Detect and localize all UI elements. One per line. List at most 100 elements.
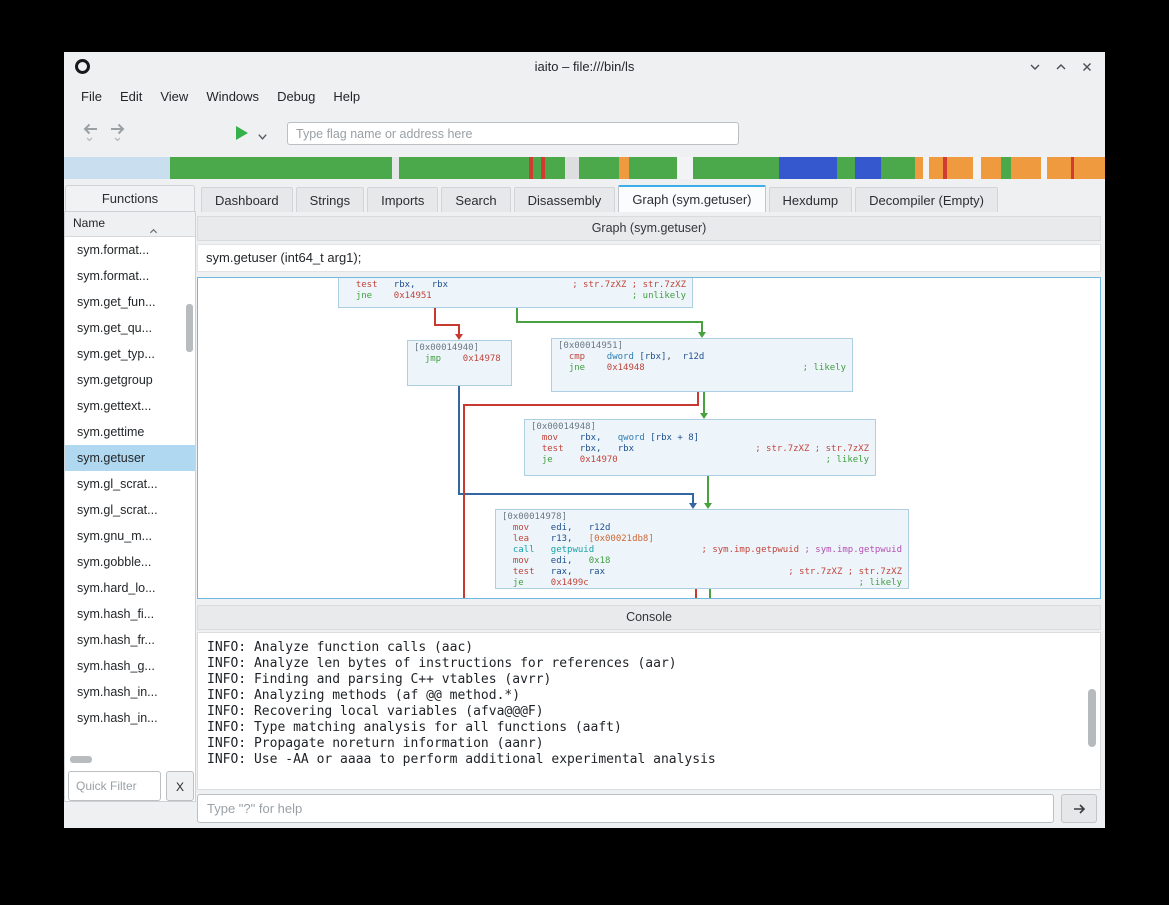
quick-filter-input[interactable] xyxy=(68,771,161,801)
graph-dock-title[interactable]: Graph (sym.getuser) xyxy=(197,216,1101,241)
graph-edge xyxy=(463,404,465,599)
function-list-item[interactable]: sym.gl_scrat... xyxy=(65,497,195,523)
functions-scrollbar[interactable] xyxy=(186,304,193,352)
menu-help[interactable]: Help xyxy=(324,89,369,104)
function-list-item[interactable]: sym.gettext... xyxy=(65,393,195,419)
graph-canvas[interactable]: test rbx, rbx; str.7zXZ ; str.7zXZ jne 0… xyxy=(197,277,1101,599)
graph-edge xyxy=(703,392,705,413)
tab-graph-sym-getuser[interactable]: Graph (sym.getuser) xyxy=(618,185,765,212)
memory-map[interactable] xyxy=(64,157,1105,179)
memory-segment xyxy=(779,157,837,179)
tab-dashboard[interactable]: Dashboard xyxy=(201,187,293,212)
memory-segment xyxy=(1011,157,1041,179)
continue-button[interactable] xyxy=(236,126,248,140)
function-list-item[interactable]: sym.gl_scrat... xyxy=(65,471,195,497)
console-log-line: INFO: Finding and parsing C++ vtables (a… xyxy=(207,672,1091,688)
memory-segment xyxy=(881,157,915,179)
menu-view[interactable]: View xyxy=(151,89,197,104)
memory-segment xyxy=(693,157,779,179)
console-log-line: INFO: Type matching analysis for all fun… xyxy=(207,720,1091,736)
function-list-item[interactable]: sym.get_fun... xyxy=(65,289,195,315)
memory-segment xyxy=(545,157,565,179)
function-list-item[interactable]: sym.hash_g... xyxy=(65,653,195,679)
function-list-item[interactable]: sym.gobble... xyxy=(65,549,195,575)
console-log[interactable]: INFO: Analyze function calls (aac)INFO: … xyxy=(197,632,1101,790)
memory-segment xyxy=(855,157,881,179)
tab-strings[interactable]: Strings xyxy=(296,187,364,212)
function-list-item[interactable]: sym.format... xyxy=(65,263,195,289)
memory-segment xyxy=(565,157,579,179)
function-list-item[interactable]: sym.get_typ... xyxy=(65,341,195,367)
function-list: sym.format...sym.format...sym.get_fun...… xyxy=(65,237,195,801)
tab-imports[interactable]: Imports xyxy=(367,187,438,212)
minimize-button[interactable] xyxy=(1027,59,1043,75)
graph-edge xyxy=(516,321,703,323)
function-list-item[interactable]: sym.gettime xyxy=(65,419,195,445)
chevron-up-icon xyxy=(1055,61,1067,73)
tab-disassembly[interactable]: Disassembly xyxy=(514,187,616,212)
menu-edit[interactable]: Edit xyxy=(111,89,151,104)
graph-edge xyxy=(463,404,699,406)
tab-search[interactable]: Search xyxy=(441,187,510,212)
memory-segment xyxy=(533,157,541,179)
back-button[interactable] xyxy=(78,121,102,143)
memory-segment xyxy=(915,157,923,179)
close-icon xyxy=(1081,61,1093,73)
console-scrollbar[interactable] xyxy=(1088,689,1096,747)
maximize-button[interactable] xyxy=(1053,59,1069,75)
functions-dock-tab[interactable]: Functions xyxy=(65,185,195,211)
console-send-button[interactable] xyxy=(1061,794,1097,823)
graph-edge xyxy=(707,476,709,503)
function-list-item[interactable]: sym.hash_in... xyxy=(65,705,195,731)
graph-block[interactable]: test rbx, rbx; str.7zXZ ; str.7zXZ jne 0… xyxy=(338,277,693,308)
graph-block[interactable]: [0x00014948] mov rbx, qword [rbx + 8] te… xyxy=(524,419,876,476)
memory-segment xyxy=(64,157,170,179)
graph-block[interactable]: [0x00014951] cmp dword [rbx], r12d jne 0… xyxy=(551,338,853,392)
functions-hscrollbar[interactable] xyxy=(70,756,92,763)
graph-edge-arrow xyxy=(700,413,708,419)
window-title: iaito – file:///bin/ls xyxy=(64,52,1105,82)
arrow-right-icon xyxy=(1071,801,1087,817)
memory-segment xyxy=(1001,157,1011,179)
menu-windows[interactable]: Windows xyxy=(197,89,268,104)
desktop: { "window": {"title": "iaito – file:///b… xyxy=(0,0,1169,905)
function-list-item[interactable]: sym.getgroup xyxy=(65,367,195,393)
clear-filter-button[interactable]: X xyxy=(166,771,194,801)
graph-edge xyxy=(434,324,460,326)
graph-edge xyxy=(434,308,436,325)
forward-button[interactable] xyxy=(106,121,130,143)
memory-segment xyxy=(170,157,392,179)
function-list-item[interactable]: sym.hash_fi... xyxy=(65,601,195,627)
debug-actions-dropdown[interactable] xyxy=(257,129,268,147)
functions-column-header[interactable]: Name xyxy=(65,212,195,237)
console-dock-title[interactable]: Console xyxy=(197,605,1101,630)
graph-edge xyxy=(516,308,518,322)
chevron-down-icon xyxy=(257,131,268,142)
functions-dock: Functions Name sym.format...sym.format..… xyxy=(64,185,196,828)
function-list-item[interactable]: sym.hash_in... xyxy=(65,679,195,705)
graph-edge xyxy=(709,589,711,599)
graph-edge-arrow xyxy=(698,332,706,338)
function-list-item[interactable]: sym.hard_lo... xyxy=(65,575,195,601)
memory-segment xyxy=(837,157,855,179)
graph-block[interactable]: [0x00014940] jmp 0x14978 xyxy=(407,340,512,386)
function-list-item[interactable]: sym.format... xyxy=(65,237,195,263)
tab-decompiler-empty[interactable]: Decompiler (Empty) xyxy=(855,187,998,212)
function-list-item[interactable]: sym.get_qu... xyxy=(65,315,195,341)
close-button[interactable] xyxy=(1079,59,1095,75)
function-list-item[interactable]: sym.getuser xyxy=(65,445,195,471)
function-list-item[interactable]: sym.hash_fr... xyxy=(65,627,195,653)
console-input[interactable] xyxy=(197,794,1054,823)
memory-segment xyxy=(677,157,693,179)
memory-segment xyxy=(1074,157,1105,179)
chevron-down-icon xyxy=(1029,61,1041,73)
tab-hexdump[interactable]: Hexdump xyxy=(769,187,853,212)
menu-file[interactable]: File xyxy=(72,89,111,104)
titlebar[interactable]: iaito – file:///bin/ls xyxy=(64,52,1105,82)
function-list-item[interactable]: sym.gnu_m... xyxy=(65,523,195,549)
memory-segment xyxy=(1047,157,1071,179)
graph-block[interactable]: [0x00014978] mov edi, r12d lea r13, [0x0… xyxy=(495,509,909,589)
menu-debug[interactable]: Debug xyxy=(268,89,324,104)
goto-address-input[interactable] xyxy=(287,122,739,145)
graph-edge xyxy=(695,589,697,599)
